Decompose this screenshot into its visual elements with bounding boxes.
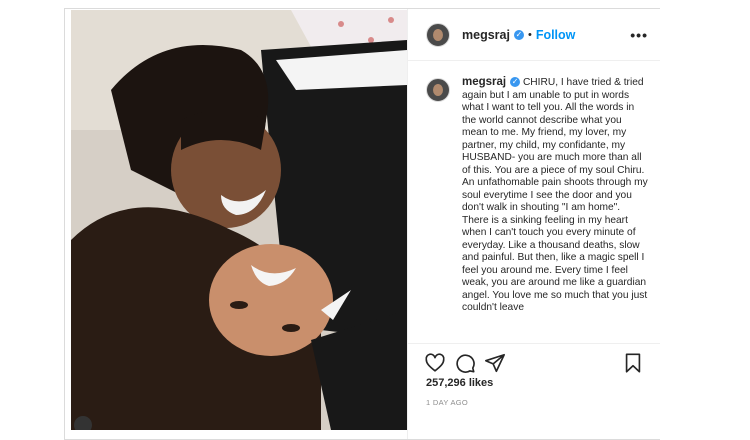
caption-paragraph-1: CHIRU, I have tried & tried again but I … xyxy=(462,77,645,176)
caption-paragraph-2: An unfathomable pain shoots through my s… xyxy=(462,177,648,313)
caption-area[interactable]: megsraj ✓ CHIRU, I have tried & tried aga… xyxy=(408,62,660,343)
likes-count[interactable]: 257,296 likes xyxy=(426,377,493,389)
heart-icon[interactable] xyxy=(424,352,446,374)
follow-button[interactable]: Follow xyxy=(536,28,576,42)
action-bar xyxy=(408,343,660,381)
caption-avatar[interactable] xyxy=(426,78,450,102)
post-sidebar: megsraj ✓ • Follow ••• megsraj ✓ CHIRU, I… xyxy=(407,9,660,439)
instagram-post: megsraj ✓ • Follow ••• megsraj ✓ CHIRU, I… xyxy=(64,8,660,440)
separator-dot: • xyxy=(527,28,532,41)
more-options-button[interactable]: ••• xyxy=(630,27,648,43)
paper-plane-icon[interactable] xyxy=(484,352,506,374)
post-photo[interactable] xyxy=(71,10,407,430)
caption-text: megsraj ✓ CHIRU, I have tried & tried aga… xyxy=(462,76,648,343)
bookmark-icon[interactable] xyxy=(622,352,644,374)
caption-username[interactable]: megsraj xyxy=(462,76,506,88)
comment-icon[interactable] xyxy=(454,352,476,374)
avatar[interactable] xyxy=(426,22,450,47)
verified-badge-icon: ✓ xyxy=(513,29,524,40)
post-header: megsraj ✓ • Follow ••• xyxy=(408,9,660,61)
verified-badge-icon: ✓ xyxy=(510,77,521,87)
username-link[interactable]: megsraj xyxy=(462,28,510,42)
post-timestamp[interactable]: 1 DAY AGO xyxy=(426,398,468,407)
couple-photo-illustration xyxy=(71,10,407,430)
